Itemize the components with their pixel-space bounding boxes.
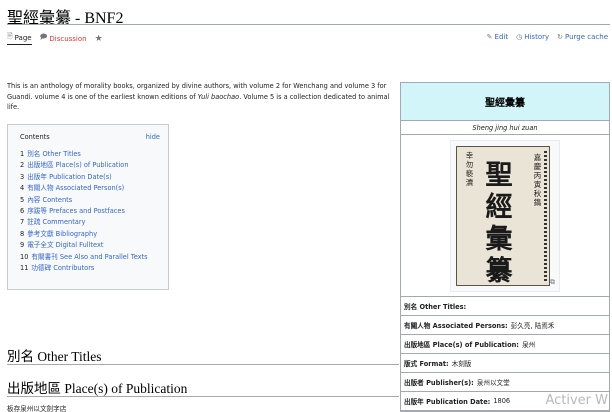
toc-item-number: 6	[20, 207, 25, 216]
discussion-icon: 🗩	[39, 33, 48, 41]
toc-item-label[interactable]: 出版年 Publication Date(s)	[27, 173, 112, 181]
toc-item-label[interactable]: 電子全文 Digital Fulltext	[27, 241, 103, 249]
table-of-contents: Contents hide 1 別名 Other Titles 2 出版地區 Pla…	[7, 124, 169, 290]
toc-item-label[interactable]: 序跋等 Prefaces and Postfaces	[27, 207, 125, 215]
toc-item[interactable]: 2 出版地區 Place(s) of Publication	[20, 160, 160, 171]
toc-item-number: 5	[20, 195, 25, 204]
tab-discussion[interactable]: 🗩 Discussion	[40, 33, 87, 44]
cover-left-inscription: 幸勿褻瀆	[465, 151, 474, 187]
section-heading-other-titles: 別名 Other Titles	[7, 349, 102, 364]
page-actions: ✎ Edit ◷ History ↻ Purge cache	[487, 33, 608, 41]
infobox-row-label: 別名 Other Titles:	[404, 303, 467, 311]
edit-button[interactable]: ✎ Edit	[487, 33, 508, 41]
toc-item-number: 7	[20, 218, 25, 227]
tab-discussion-label: Discussion	[49, 34, 87, 43]
infobox-row: 出版者 Publisher(s): 泉州以文堂	[401, 373, 609, 392]
toc-hide-link[interactable]: hide	[146, 133, 160, 141]
infobox-row-label: 出版者 Publisher(s):	[404, 379, 474, 387]
infobox-row-label: 有關人物 Associated Persons:	[404, 322, 508, 330]
toc-item[interactable]: 4 有關人物 Associated Person(s)	[20, 183, 160, 194]
refresh-icon: ↻	[557, 33, 563, 41]
book-cover-image[interactable]: 嘉慶丙寅秋鐫 幸勿褻瀆 聖 經 彙 纂 ⧉	[450, 140, 560, 292]
clock-icon: ◷	[516, 33, 523, 41]
tab-page[interactable]: 🗎 Page	[7, 32, 32, 45]
history-label: History	[524, 33, 550, 41]
toc-item-label[interactable]: 別名 Other Titles	[27, 150, 81, 158]
infobox-row-value: 木刻版	[451, 360, 472, 368]
toc-item[interactable]: 6 序跋等 Prefaces and Postfaces	[20, 206, 160, 217]
infobox-row-label: 出版地區 Place(s) of Publication:	[404, 341, 519, 349]
title-divider	[7, 24, 610, 25]
infobox: 聖經彙纂 Sheng jing hui zuan 嘉慶丙寅秋鐫 幸勿褻瀆 聖 經…	[400, 82, 610, 412]
toc-item-number: 9	[20, 241, 25, 250]
intro-italic-title: Yuli baochao	[197, 92, 240, 101]
activation-watermark: Activer W	[545, 393, 608, 408]
edit-label: Edit	[494, 33, 509, 41]
cover-binding	[544, 151, 547, 281]
infobox-title: 聖經彙纂	[401, 83, 609, 121]
cover-char: 纂	[485, 256, 513, 287]
infobox-row: 有關人物 Associated Persons: 彭久亮, 陆焉禾	[401, 316, 609, 335]
infobox-row-value: 1806	[493, 397, 511, 405]
toc-item[interactable]: 11 功德碑 Contributors	[20, 263, 160, 274]
purge-label: Purge cache	[565, 33, 608, 41]
section-heading-place: 出版地區 Place(s) of Publication	[7, 381, 188, 396]
toc-item-number: 8	[20, 229, 25, 238]
toc-item-number: 4	[20, 184, 25, 193]
toc-item-number: 10	[20, 252, 29, 261]
purge-cache-button[interactable]: ↻ Purge cache	[557, 33, 608, 41]
place-text: 板存泉州以文劍字店	[7, 405, 67, 412]
history-button[interactable]: ◷ History	[516, 33, 549, 41]
toc-item[interactable]: 8 參考文獻 Bibliography	[20, 229, 160, 240]
infobox-row: 別名 Other Titles:	[401, 297, 609, 316]
toc-item-number: 2	[20, 161, 25, 170]
toc-item-label[interactable]: 內容 Contents	[27, 196, 72, 204]
toc-item-label[interactable]: 有關人物 Associated Person(s)	[27, 184, 124, 192]
cover-illustration: 嘉慶丙寅秋鐫 幸勿褻瀆 聖 經 彙 纂	[456, 146, 550, 287]
section-divider	[7, 364, 399, 365]
toc-item[interactable]: 7 註疏 Commentary	[20, 217, 160, 228]
toc-item[interactable]: 3 出版年 Publication Date(s)	[20, 172, 160, 183]
toc-title: Contents	[20, 133, 50, 141]
toc-item-number: 11	[20, 264, 29, 273]
infobox-row-label: 版式 Format:	[404, 360, 449, 368]
toc-item-label[interactable]: 功德碑 Contributors	[31, 264, 94, 272]
section-divider	[7, 396, 399, 397]
watch-star-icon[interactable]: ★	[95, 34, 103, 44]
infobox-row: 出版地區 Place(s) of Publication: 泉州	[401, 335, 609, 354]
toc-item-label[interactable]: 有關書刊 See Also and Parallel Texts	[31, 253, 147, 261]
infobox-row-value: 泉州	[521, 341, 536, 349]
infobox-image-cell: 嘉慶丙寅秋鐫 幸勿褻瀆 聖 經 彙 纂 ⧉	[401, 135, 609, 297]
toc-item[interactable]: 1 別名 Other Titles	[20, 149, 160, 160]
infobox-row-value: 彭久亮, 陆焉禾	[510, 322, 555, 330]
tab-page-label: Page	[14, 33, 32, 42]
page-icon: 🗎	[7, 32, 13, 40]
toc-item-label[interactable]: 出版地區 Place(s) of Publication	[27, 161, 128, 169]
toc-item-label[interactable]: 參考文獻 Bibliography	[27, 230, 97, 238]
cover-right-inscription: 嘉慶丙寅秋鐫	[533, 153, 542, 207]
page-tabs: 🗎 Page 🗩 Discussion ★	[7, 32, 103, 45]
pencil-icon: ✎	[486, 33, 493, 41]
infobox-romanization: Sheng jing hui zuan	[401, 121, 609, 135]
toc-item[interactable]: 9 電子全文 Digital Fulltext	[20, 240, 160, 251]
toc-item[interactable]: 10 有關書刊 See Also and Parallel Texts	[20, 252, 160, 263]
intro-paragraph: This is an anthology of morality books, …	[7, 81, 399, 113]
toc-item-label[interactable]: 註疏 Commentary	[27, 218, 85, 226]
toc-item-number: 1	[20, 150, 25, 158]
infobox-row: 版式 Format: 木刻版	[401, 354, 609, 373]
infobox-row-label: 出版年 Publication Date:	[404, 398, 491, 406]
infobox-row-value: 泉州以文堂	[476, 379, 510, 387]
toc-item[interactable]: 5 內容 Contents	[20, 195, 160, 206]
toc-item-number: 3	[20, 172, 25, 181]
enlarge-icon[interactable]: ⧉	[550, 278, 555, 287]
